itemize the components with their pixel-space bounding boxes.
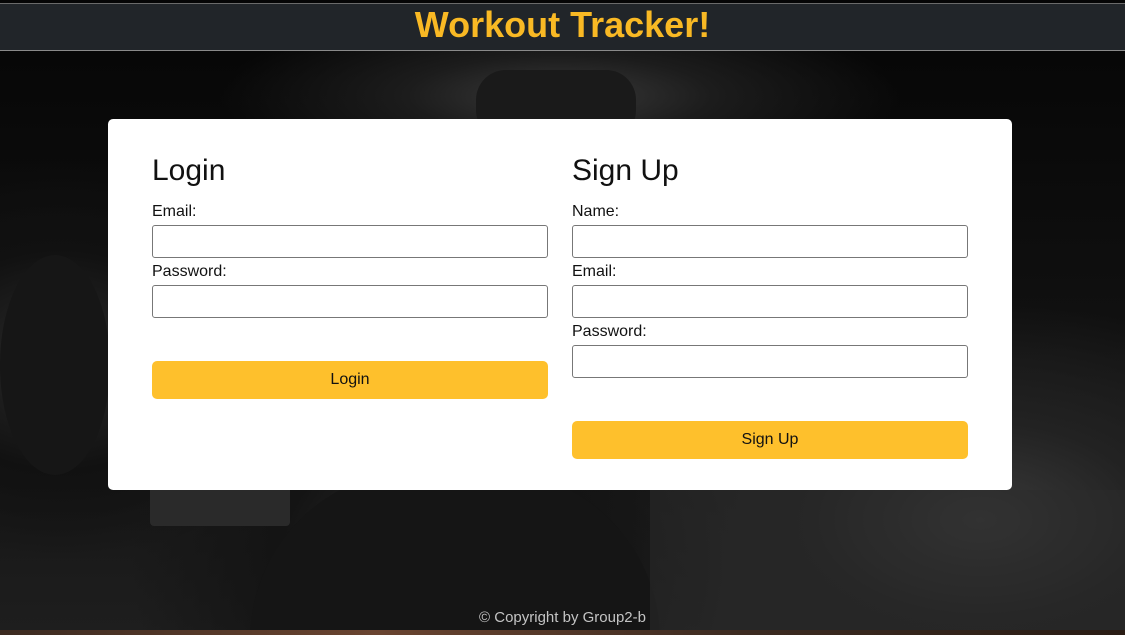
signup-password-input[interactable] <box>572 345 968 378</box>
signup-name-input[interactable] <box>572 225 968 258</box>
login-form: Login Email: Password: Login <box>152 153 548 399</box>
login-heading: Login <box>152 154 226 187</box>
weight-shape <box>0 255 110 475</box>
bottom-strip <box>0 630 1125 635</box>
signup-name-label: Name: <box>572 203 620 220</box>
login-password-label: Password: <box>152 263 227 280</box>
app-title: Workout Tracker! <box>414 4 711 45</box>
signup-password-label: Password: <box>572 323 647 340</box>
copyright-footer: © Copyright by Group2-b <box>479 609 646 626</box>
login-button[interactable]: Login <box>152 361 548 399</box>
signup-email-input[interactable] <box>572 285 968 318</box>
header-bar: Workout Tracker! <box>0 3 1125 51</box>
login-password-input[interactable] <box>152 285 548 318</box>
login-email-input[interactable] <box>152 225 548 258</box>
signup-form: Sign Up Name: Email: Password: Sign Up <box>572 153 968 459</box>
signup-button[interactable]: Sign Up <box>572 421 968 459</box>
auth-card: Login Email: Password: Login Sign Up Nam… <box>108 119 1012 490</box>
bar-handle-shape <box>150 486 290 526</box>
login-email-label: Email: <box>152 203 197 220</box>
signup-email-label: Email: <box>572 263 617 280</box>
signup-heading: Sign Up <box>572 154 679 187</box>
